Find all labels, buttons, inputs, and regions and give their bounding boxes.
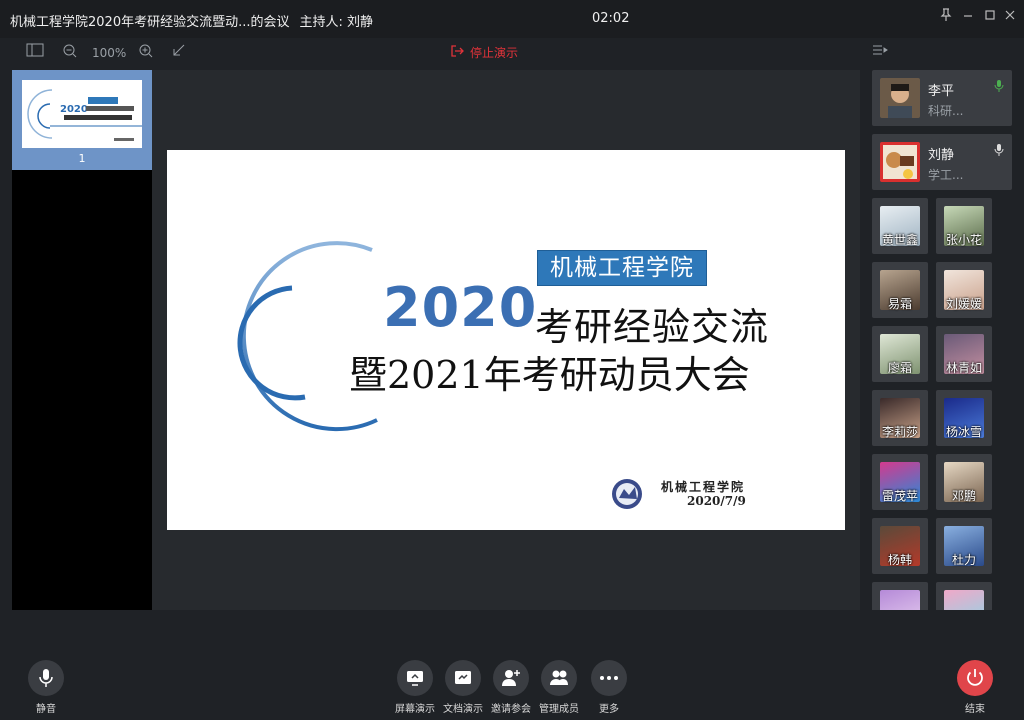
slide-thumbnail-image: 2020 [22,80,142,148]
participant-name: 张小花 [945,233,982,247]
avatar [944,590,984,610]
participant-tile[interactable]: 杜力 [936,518,992,574]
thumbnail-toggle-icon[interactable] [26,43,44,63]
screen-share-button[interactable] [397,660,433,696]
close-icon[interactable] [1000,8,1020,28]
meeting-title-text: 机械工程学院2020年考研经验交流暨动...的会议 [10,15,290,30]
presentation-toolbar: 100% [0,38,860,68]
participant-tile[interactable]: 廖霜 [872,326,928,382]
more-icon [600,676,618,680]
participant-tile[interactable] [936,582,992,610]
participant-name: 雷茂苹 [881,489,918,503]
mic-active-icon [994,78,1004,92]
participant-name: 刘静 [928,148,955,163]
participant-name: 杜力 [951,553,976,567]
document-share-icon [455,671,471,684]
participant-tile[interactable]: 张小花 [936,198,992,254]
zoom-in-icon[interactable] [138,43,154,63]
presentation-stage: 机械工程学院 2020 考研经验交流 暨2021年考研动员大会 机械工程学院 2… [152,70,860,610]
mic-icon [994,142,1004,156]
participant-name: 杨韩 [887,553,912,567]
stop-presenting-button[interactable]: 停止演示 [450,43,518,63]
participant-name: 黄世鑫 [881,233,918,247]
participant-role: 科研... [928,104,964,118]
college-badge: 机械工程学院 [537,250,707,286]
participant-name: 李莉莎 [881,425,918,439]
zoom-level: 100% [92,46,127,60]
minimize-icon[interactable] [958,8,978,28]
participant-featured[interactable]: 刘静 学工... [872,134,1012,190]
avatar [880,78,920,118]
avatar [880,590,920,610]
meeting-title: 机械工程学院2020年考研经验交流暨动...的会议 主持人: 刘静 [10,11,373,30]
participant-tile[interactable]: 黄世鑫 [872,198,928,254]
participant-role: 学工... [928,168,964,182]
invite-button[interactable] [493,660,529,696]
screen-share-icon [407,671,423,686]
participant-name: 易霜 [887,297,912,311]
slide-year: 2020 [383,276,538,339]
participant-name: 廖霜 [887,361,912,375]
title-bar: 机械工程学院2020年考研经验交流暨动...的会议 主持人: 刘静 02:02 [0,0,1024,38]
meeting-window: 机械工程学院2020年考研经验交流暨动...的会议 主持人: 刘静 02:02 1… [0,0,1024,720]
participant-name: 刘媛媛 [945,297,982,311]
participant-featured[interactable]: 李平 科研... [872,70,1012,126]
meeting-clock: 02:02 [592,11,630,26]
manage-members-button[interactable] [541,660,577,696]
slide-headline-2: 暨2021年考研动员大会 [349,353,750,397]
slide-headline-1: 考研经验交流 [535,305,770,349]
participant-tile[interactable]: 杨韩 [872,518,928,574]
more-label: 更多 [599,704,619,715]
participant-tile[interactable]: 刘媛媛 [936,262,992,318]
mute-label: 静音 [36,704,56,715]
participant-name: 李平 [928,84,955,99]
fit-screen-icon[interactable] [172,43,186,63]
doc-share-button[interactable] [445,660,481,696]
participant-tile[interactable]: 易霜 [872,262,928,318]
stop-present-label: 停止演示 [470,46,519,60]
mute-button[interactable] [28,660,64,696]
participant-list-toggle-icon[interactable] [872,44,888,59]
microphone-icon [39,669,53,687]
end-meeting-button[interactable] [957,660,993,696]
add-user-icon [502,670,520,686]
end-meeting-label: 结束 [965,704,985,715]
participant-tile[interactable]: 邓鹏 [936,454,992,510]
participant-tile[interactable]: 雷茂苹 [872,454,928,510]
slide-thumbnail[interactable]: 2020 1 [12,70,152,170]
participant-tile[interactable]: 杨冰雪 [936,390,992,446]
slide-footer-date: 2020/7/9 [687,494,746,508]
stop-present-icon [450,43,464,63]
power-icon [967,669,983,686]
participant-grid-overflow [872,582,1012,610]
participant-name: 邓鹏 [951,489,976,503]
slide-canvas: 机械工程学院 2020 考研经验交流 暨2021年考研动员大会 机械工程学院 2… [167,150,845,530]
host-label: 主持人: 刘静 [299,15,373,30]
participant-tile[interactable]: 李莉莎 [872,390,928,446]
pin-icon[interactable] [936,8,956,28]
svg-text:2020: 2020 [60,104,88,115]
participant-name: 林青如 [945,361,982,375]
maximize-icon[interactable] [980,8,1000,28]
members-icon [550,670,568,685]
avatar [880,142,920,182]
participant-name: 杨冰雪 [945,425,982,439]
meeting-controls: 静音 屏幕演示 文档演示 邀请参会 管理成员 更多 结束 [0,650,1024,720]
participant-tile[interactable]: 林青如 [936,326,992,382]
slide-thumbnail-panel: 2020 1 [12,70,152,610]
more-button[interactable] [591,660,627,696]
slide-thumbnail-number: 1 [78,152,86,165]
slide-footer-org: 机械工程学院 [661,480,746,494]
participant-tile[interactable] [872,582,928,610]
zoom-out-icon[interactable] [62,43,78,63]
